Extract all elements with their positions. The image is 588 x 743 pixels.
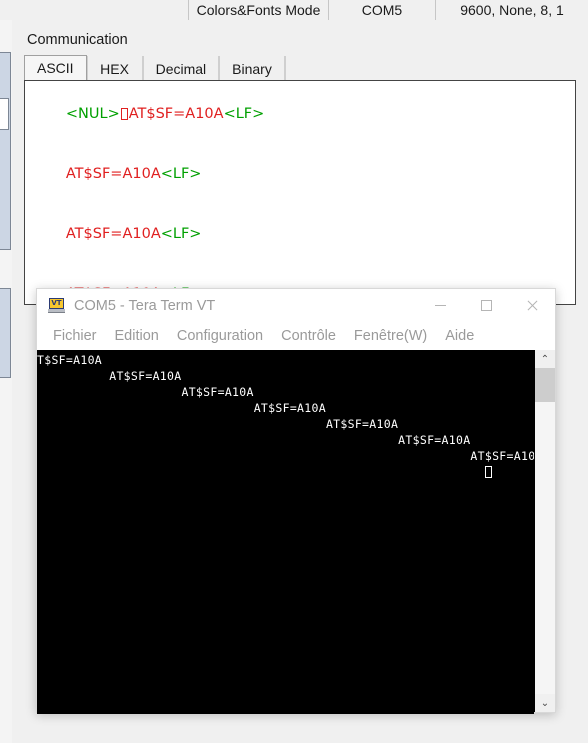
terminal-line: AT$SF=A10A: [37, 401, 326, 415]
dock-chip-notch: [0, 98, 9, 130]
terminal-line: AT$SF=A10A: [37, 433, 471, 447]
serial-settings-status-cell[interactable]: 9600, None, 8, 1: [435, 0, 588, 20]
teraterm-body: T$SF=A10A AT$SF=A10A AT$SF=A10A AT$SF=A1…: [37, 350, 555, 714]
serial-line-lf: <LF>: [223, 106, 265, 122]
teraterm-icon-base: [48, 309, 65, 313]
scroll-down-arrow-icon[interactable]: ⌄: [535, 694, 555, 712]
serial-output-area[interactable]: <NUL> AT$SF=A10A<LF> AT$SF=A10A<LF> AT$SF…: [24, 80, 576, 305]
maximize-icon: [480, 300, 492, 311]
maximize-button[interactable]: [463, 289, 509, 322]
teraterm-window-title: COM5 - Tera Term VT: [74, 297, 216, 314]
menu-item-edition[interactable]: Edition: [106, 328, 168, 344]
serial-line-body: AT$SF=A10A: [65, 166, 161, 182]
terminal-cursor: [484, 466, 492, 478]
serial-line: <NUL> AT$SF=A10A<LF>: [29, 84, 575, 144]
terminal-screen[interactable]: T$SF=A10A AT$SF=A10A AT$SF=A10A AT$SF=A1…: [37, 350, 534, 714]
serial-line: AT$SF=A10A<LF>: [29, 144, 575, 204]
serial-line: AT$SF=A10A<LF>: [29, 204, 575, 264]
terminal-scrollbar[interactable]: ⌃ ⌄: [534, 350, 555, 712]
scroll-up-arrow-icon[interactable]: ⌃: [535, 350, 555, 368]
teraterm-menubar: Fichier Edition Configuration Contrôle F…: [37, 322, 555, 350]
serial-line-body: AT$SF=A10A: [65, 226, 161, 242]
menu-item-fichier[interactable]: Fichier: [44, 328, 106, 344]
tab-decimal[interactable]: Decimal: [142, 56, 220, 81]
terminal-line: T$SF=A10A: [37, 353, 103, 367]
communication-label: Communication: [27, 32, 128, 48]
serial-line-body: AT$SF=A10A: [128, 106, 224, 122]
format-tabstrip: ASCII HEX Decimal Binary: [24, 55, 525, 81]
serial-line-lf: <LF>: [160, 226, 202, 242]
teraterm-titlebar[interactable]: VT COM5 - Tera Term VT: [37, 289, 555, 322]
teraterm-app-icon: VT: [48, 298, 65, 313]
dock-chip-lower[interactable]: [0, 288, 11, 378]
tabstrip-filler: [284, 56, 525, 81]
scrollbar-thumb[interactable]: [535, 368, 555, 402]
minimize-button[interactable]: [417, 289, 463, 322]
teraterm-icon-label: VT: [51, 299, 62, 307]
terminal-line: AT$SF=A10A: [37, 369, 182, 383]
tab-hex[interactable]: HEX: [86, 56, 143, 81]
dock-chip-upper[interactable]: [0, 52, 11, 250]
terminal-line: AT$SF=A10A: [37, 417, 399, 431]
top-status-strip: Colors&Fonts Mode COM5 9600, None, 8, 1: [0, 0, 588, 20]
terminal-cursor-indent: [37, 465, 485, 479]
menu-item-aide[interactable]: Aide: [436, 328, 483, 344]
scrollbar-track[interactable]: [535, 368, 555, 694]
close-button[interactable]: [509, 289, 555, 322]
teraterm-window-controls: [417, 289, 555, 322]
top-strip-spacer: [0, 0, 188, 20]
serial-line-lf: <LF>: [160, 166, 202, 182]
close-icon: [526, 299, 539, 312]
port-status-cell[interactable]: COM5: [328, 0, 435, 20]
menu-item-fenetre[interactable]: Fenêtre(W): [345, 328, 436, 344]
control-char-glyph: [120, 108, 128, 120]
tab-ascii[interactable]: ASCII: [24, 55, 87, 81]
teraterm-window[interactable]: VT COM5 - Tera Term VT Fichier Edition C…: [36, 288, 556, 714]
tab-binary[interactable]: Binary: [219, 56, 285, 81]
left-dock-panel[interactable]: [0, 20, 12, 743]
minimize-icon: [434, 305, 446, 306]
menu-item-controle[interactable]: Contrôle: [272, 328, 345, 344]
terminal-line: AT$SF=A10A: [37, 385, 254, 399]
screen-root: Colors&Fonts Mode COM5 9600, None, 8, 1 …: [0, 0, 588, 743]
terminal-line: AT$SF=A10A: [37, 449, 534, 463]
terminal-cursor-line: [37, 464, 534, 480]
serial-line-nul: <NUL>: [65, 106, 120, 122]
menu-item-configuration[interactable]: Configuration: [168, 328, 272, 344]
mode-status-cell[interactable]: Colors&Fonts Mode: [188, 0, 328, 20]
